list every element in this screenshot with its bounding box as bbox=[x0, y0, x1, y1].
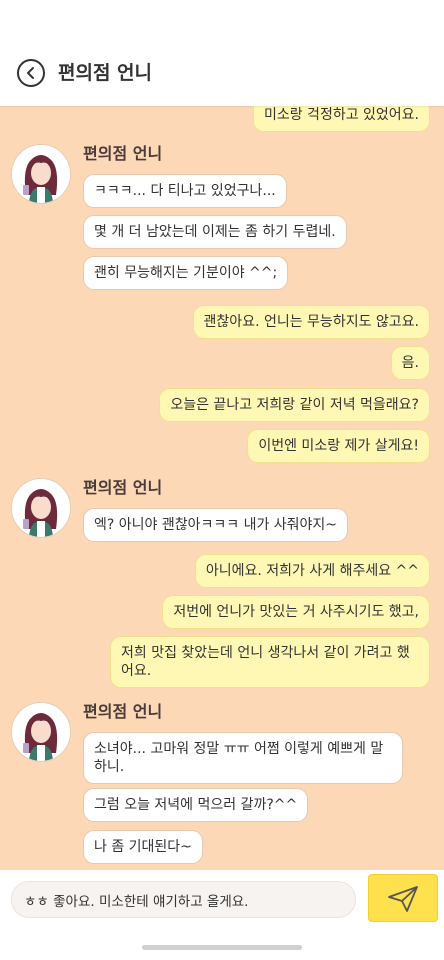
message-bubble: 괜히 무능해지는 기분이야 ^^; bbox=[83, 256, 289, 290]
message-bubble: 몇 개 더 남았는데 이제는 좀 하기 두렵네. bbox=[83, 215, 347, 249]
message-bubble: 저희 맛집 찾았는데 언니 생각나서 같이 가려고 했어요. bbox=[110, 636, 430, 688]
app-header: 편의점 언니 bbox=[0, 0, 444, 106]
chat-area[interactable]: 미소랑 걱정하고 있었어요. 편의점 언니 ㅋㅋㅋ... 다 티나고 있었구나.… bbox=[0, 106, 444, 870]
message-bubble: 엑? 아니야 괜찮아ㅋㅋㅋ 내가 사줘야지~ bbox=[83, 508, 349, 542]
message-bubble: 미소랑 걱정하고 있었어요. bbox=[252, 106, 430, 132]
sender-name: 편의점 언니 bbox=[83, 478, 163, 497]
sender-name: 편의점 언니 bbox=[83, 144, 163, 163]
sender-name: 편의점 언니 bbox=[83, 702, 163, 721]
message-composer bbox=[0, 870, 444, 960]
chevron-left-icon bbox=[27, 67, 34, 79]
message-bubble: 그럼 오늘 저녁에 먹으러 갈까?^^ bbox=[83, 788, 309, 822]
avatar-image bbox=[12, 479, 70, 537]
send-button[interactable] bbox=[368, 874, 438, 922]
message-bubble: ㅋㅋㅋ... 다 티나고 있었구나... bbox=[83, 174, 287, 208]
avatar bbox=[11, 702, 71, 762]
avatar-image bbox=[12, 145, 70, 203]
message-bubble: 이번엔 미소랑 제가 살게요! bbox=[247, 429, 430, 463]
message-input[interactable] bbox=[11, 881, 356, 918]
message-bubble: 나 좀 기대된다~ bbox=[83, 830, 203, 864]
page-title: 편의점 언니 bbox=[58, 62, 153, 84]
message-bubble: 음. bbox=[390, 346, 430, 380]
message-bubble: 아니에요. 저희가 사게 해주세요 ^^ bbox=[194, 554, 430, 588]
avatar bbox=[11, 478, 71, 538]
home-indicator bbox=[142, 945, 302, 950]
message-bubble: 저번에 언니가 맛있는 거 사주시기도 했고, bbox=[162, 595, 430, 629]
avatar bbox=[11, 144, 71, 204]
paper-plane-icon bbox=[388, 886, 418, 912]
message-bubble: 오늘은 끝나고 저희랑 같이 저녁 먹을래요? bbox=[159, 388, 430, 422]
back-button[interactable] bbox=[17, 59, 45, 87]
avatar-image bbox=[12, 703, 70, 761]
message-bubble: 괜찮아요. 언니는 무능하지도 않고요. bbox=[192, 305, 430, 339]
message-bubble: 소녀야... 고마워 정말 ㅠㅠ 어쩜 이렇게 예쁘게 말하니. bbox=[83, 732, 403, 784]
